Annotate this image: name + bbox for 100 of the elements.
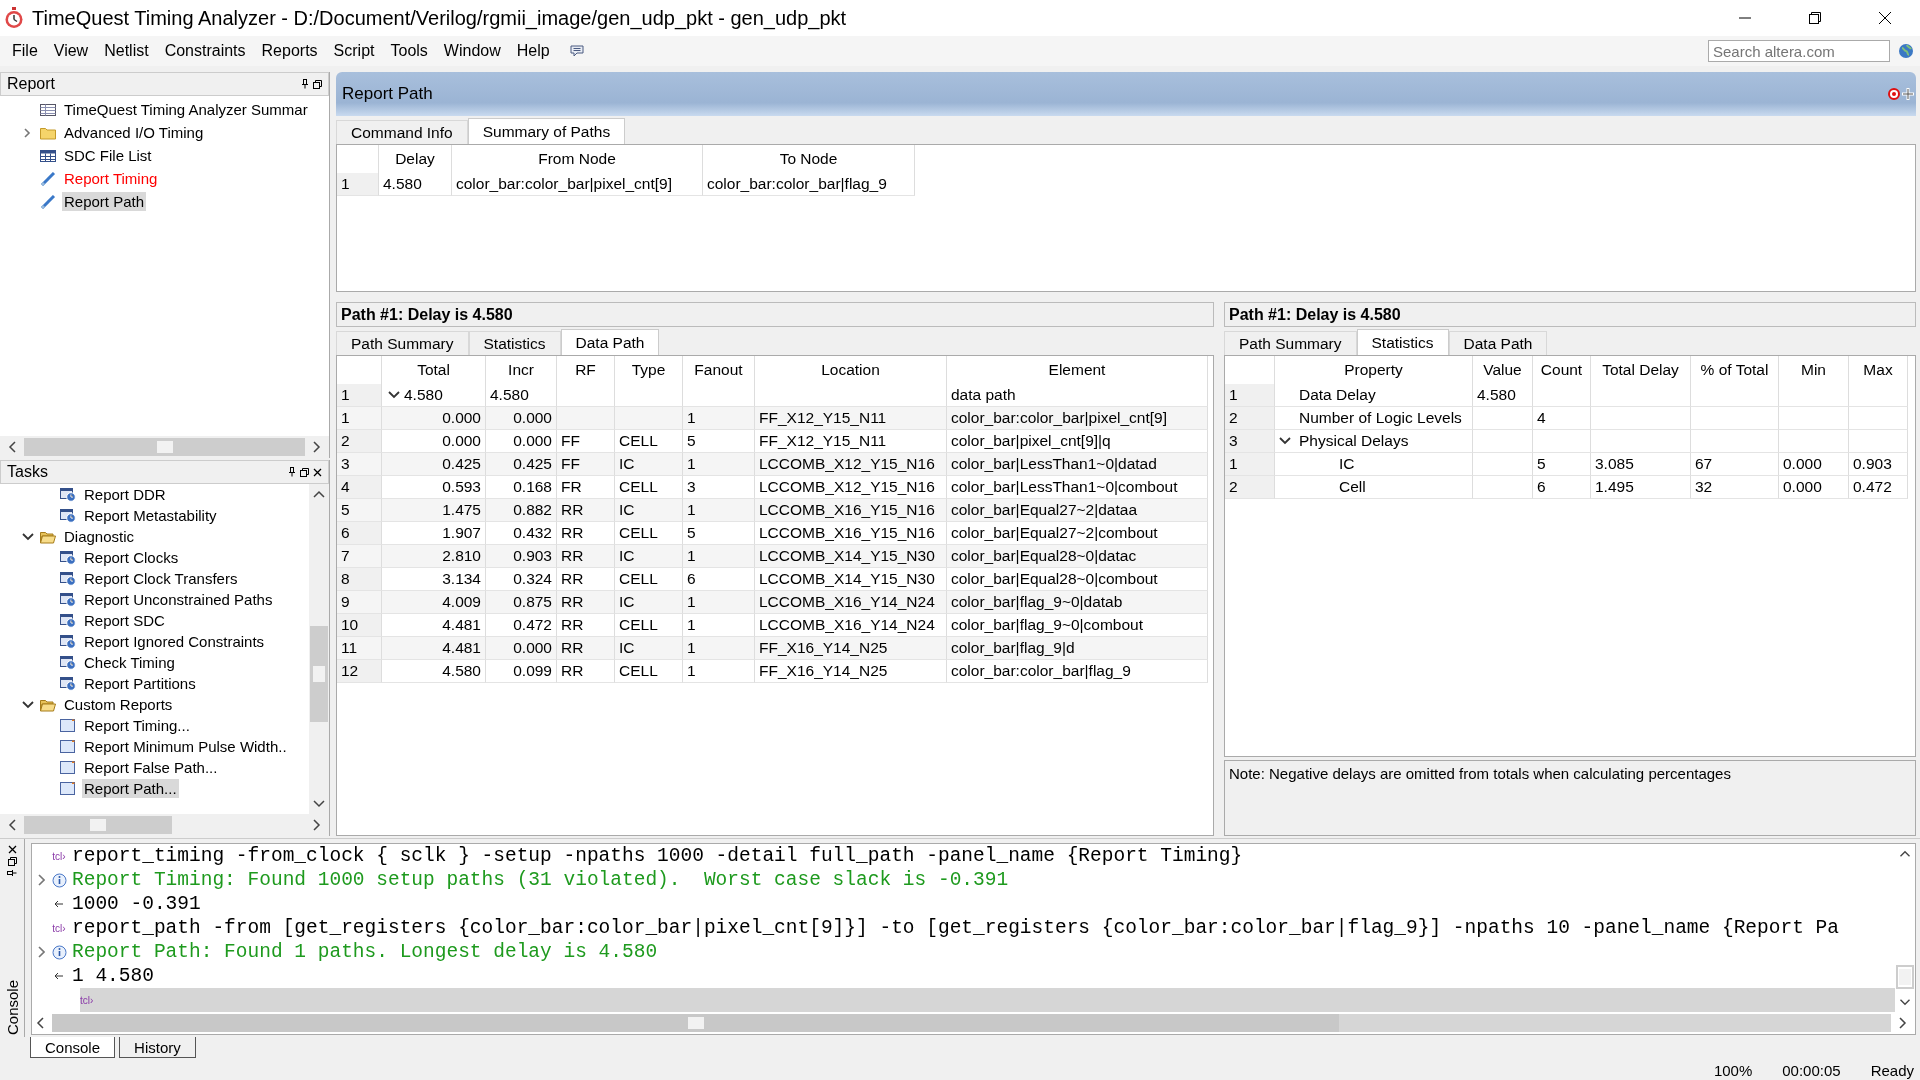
search-field[interactable]: Search altera.com — [1708, 40, 1890, 62]
pin-icon[interactable] — [7, 869, 17, 877]
scroll-left-icon[interactable] — [8, 441, 18, 453]
column-header[interactable]: Property — [1275, 356, 1473, 384]
tab[interactable]: Path Summary — [1224, 331, 1357, 355]
tab[interactable]: Data Path — [1448, 331, 1548, 355]
console-line: Report Path: Found 1 paths. Longest delay is 4.580 — [72, 941, 658, 963]
menu-item[interactable]: Reports — [253, 42, 326, 60]
expand-icon[interactable] — [22, 699, 34, 710]
tree-item[interactable]: Report Timing — [62, 169, 160, 188]
menu-item[interactable]: File — [4, 42, 46, 60]
table-cell: 1.475 — [382, 499, 486, 522]
close-icon[interactable] — [313, 467, 322, 477]
tree-item[interactable]: Report Minimum Pulse Width.. — [82, 737, 289, 756]
tree-item[interactable]: SDC File List — [62, 146, 154, 165]
table-cell: 5 — [1533, 453, 1591, 476]
tree-item[interactable]: Report Clocks — [82, 548, 181, 567]
tree-item[interactable]: Advanced I/O Timing — [62, 123, 206, 142]
tree-item[interactable]: Custom Reports — [62, 695, 175, 714]
folder-icon — [40, 697, 56, 712]
tab[interactable]: Command Info — [336, 120, 468, 144]
tree-item[interactable]: Report Ignored Constraints — [82, 632, 267, 651]
tree-item[interactable]: Report False Path... — [82, 758, 220, 777]
column-header[interactable]: Incr — [486, 356, 557, 384]
column-header[interactable]: Count — [1533, 356, 1591, 384]
scrollbar-thumb[interactable] — [687, 1017, 704, 1029]
menu-item[interactable]: Help — [508, 42, 558, 60]
float-icon[interactable] — [313, 79, 322, 89]
table-cell: color_bar:color_bar|pixel_cnt[9] — [452, 173, 703, 196]
move-icon[interactable] — [1902, 88, 1914, 100]
pin-icon[interactable] — [288, 467, 296, 477]
column-header[interactable]: Total Delay — [1591, 356, 1691, 384]
float-icon[interactable] — [7, 857, 17, 866]
tree-item[interactable]: Check Timing — [82, 653, 177, 672]
column-header[interactable]: % of Total — [1691, 356, 1779, 384]
collapse-icon[interactable] — [1279, 436, 1291, 446]
tab[interactable]: Path Summary — [336, 331, 469, 355]
column-header[interactable]: Max — [1849, 356, 1908, 384]
tab[interactable]: Summary of Paths — [467, 118, 626, 144]
menu-item[interactable]: Tools — [382, 42, 436, 60]
column-header[interactable]: Value — [1473, 356, 1533, 384]
collapse-icon[interactable] — [388, 390, 400, 400]
scroll-right-icon[interactable] — [311, 441, 321, 453]
menu-item[interactable]: Script — [325, 42, 383, 60]
column-header[interactable]: RF — [557, 356, 615, 384]
scroll-left-icon[interactable] — [36, 1017, 46, 1029]
tree-item[interactable]: Report Path... — [82, 779, 179, 798]
vertical-scrollbar[interactable] — [309, 484, 329, 814]
column-header[interactable]: Total — [382, 356, 486, 384]
scrollbar-thumb[interactable] — [313, 666, 325, 682]
menu-item[interactable]: View — [45, 42, 97, 60]
scroll-down-icon[interactable] — [1899, 997, 1911, 1006]
column-header[interactable]: Fanout — [683, 356, 755, 384]
target-icon[interactable] — [1888, 88, 1900, 100]
column-header[interactable]: From Node — [452, 145, 703, 173]
menu-item[interactable]: Netlist — [96, 42, 157, 60]
tree-item[interactable]: Report DDR — [82, 485, 168, 504]
tab[interactable]: Statistics — [1356, 329, 1449, 355]
menu-item[interactable]: Constraints — [156, 42, 254, 60]
tree-item[interactable]: Report SDC — [82, 611, 167, 630]
tree-item[interactable]: Report Partitions — [82, 674, 198, 693]
scrollbar-thumb[interactable] — [156, 441, 173, 453]
float-icon[interactable] — [300, 467, 309, 477]
column-header[interactable]: Type — [615, 356, 683, 384]
tab[interactable]: History — [119, 1037, 196, 1058]
row-number: 12 — [337, 660, 382, 683]
table-cell: 0.099 — [486, 660, 557, 683]
tree-item[interactable]: Diagnostic — [62, 527, 137, 546]
expand-icon[interactable] — [22, 531, 34, 542]
pin-icon[interactable] — [301, 79, 309, 89]
tab[interactable]: Data Path — [560, 329, 660, 355]
globe-icon[interactable] — [1898, 43, 1914, 59]
tree-item[interactable]: Report Path — [62, 192, 147, 211]
column-header[interactable]: To Node — [703, 145, 915, 173]
scroll-right-icon[interactable] — [311, 819, 321, 831]
table-cell: 4.580 — [1473, 384, 1533, 407]
tree-item[interactable]: Report Unconstrained Paths — [82, 590, 275, 609]
scrollbar-thumb[interactable] — [1899, 969, 1911, 985]
scroll-right-icon[interactable] — [1897, 1017, 1907, 1029]
column-header[interactable]: Element — [947, 356, 1208, 384]
tree-item[interactable]: Report Timing... — [82, 716, 192, 735]
scrollbar-thumb[interactable] — [89, 819, 106, 831]
column-header[interactable]: Location — [755, 356, 947, 384]
scroll-left-icon[interactable] — [8, 819, 18, 831]
tree-item[interactable]: TimeQuest Timing Analyzer Summar — [62, 100, 310, 119]
tab[interactable]: Statistics — [468, 331, 561, 355]
scroll-up-icon[interactable] — [313, 490, 325, 500]
console-label: Console — [3, 979, 21, 1035]
close-icon[interactable] — [7, 845, 17, 854]
column-header[interactable]: Delay — [379, 145, 452, 173]
menu-item[interactable]: Window — [435, 42, 509, 60]
table-cell: FF — [557, 453, 615, 476]
tab[interactable]: Console — [30, 1037, 116, 1058]
tree-item[interactable]: Report Clock Transfers — [82, 569, 240, 588]
chat-bubble-icon[interactable] — [569, 44, 584, 58]
scroll-up-icon[interactable] — [1899, 850, 1911, 859]
clock-table-icon — [60, 508, 76, 523]
column-header[interactable]: Min — [1779, 356, 1849, 384]
scroll-down-icon[interactable] — [313, 798, 325, 808]
tree-item[interactable]: Report Metastability — [82, 506, 219, 525]
